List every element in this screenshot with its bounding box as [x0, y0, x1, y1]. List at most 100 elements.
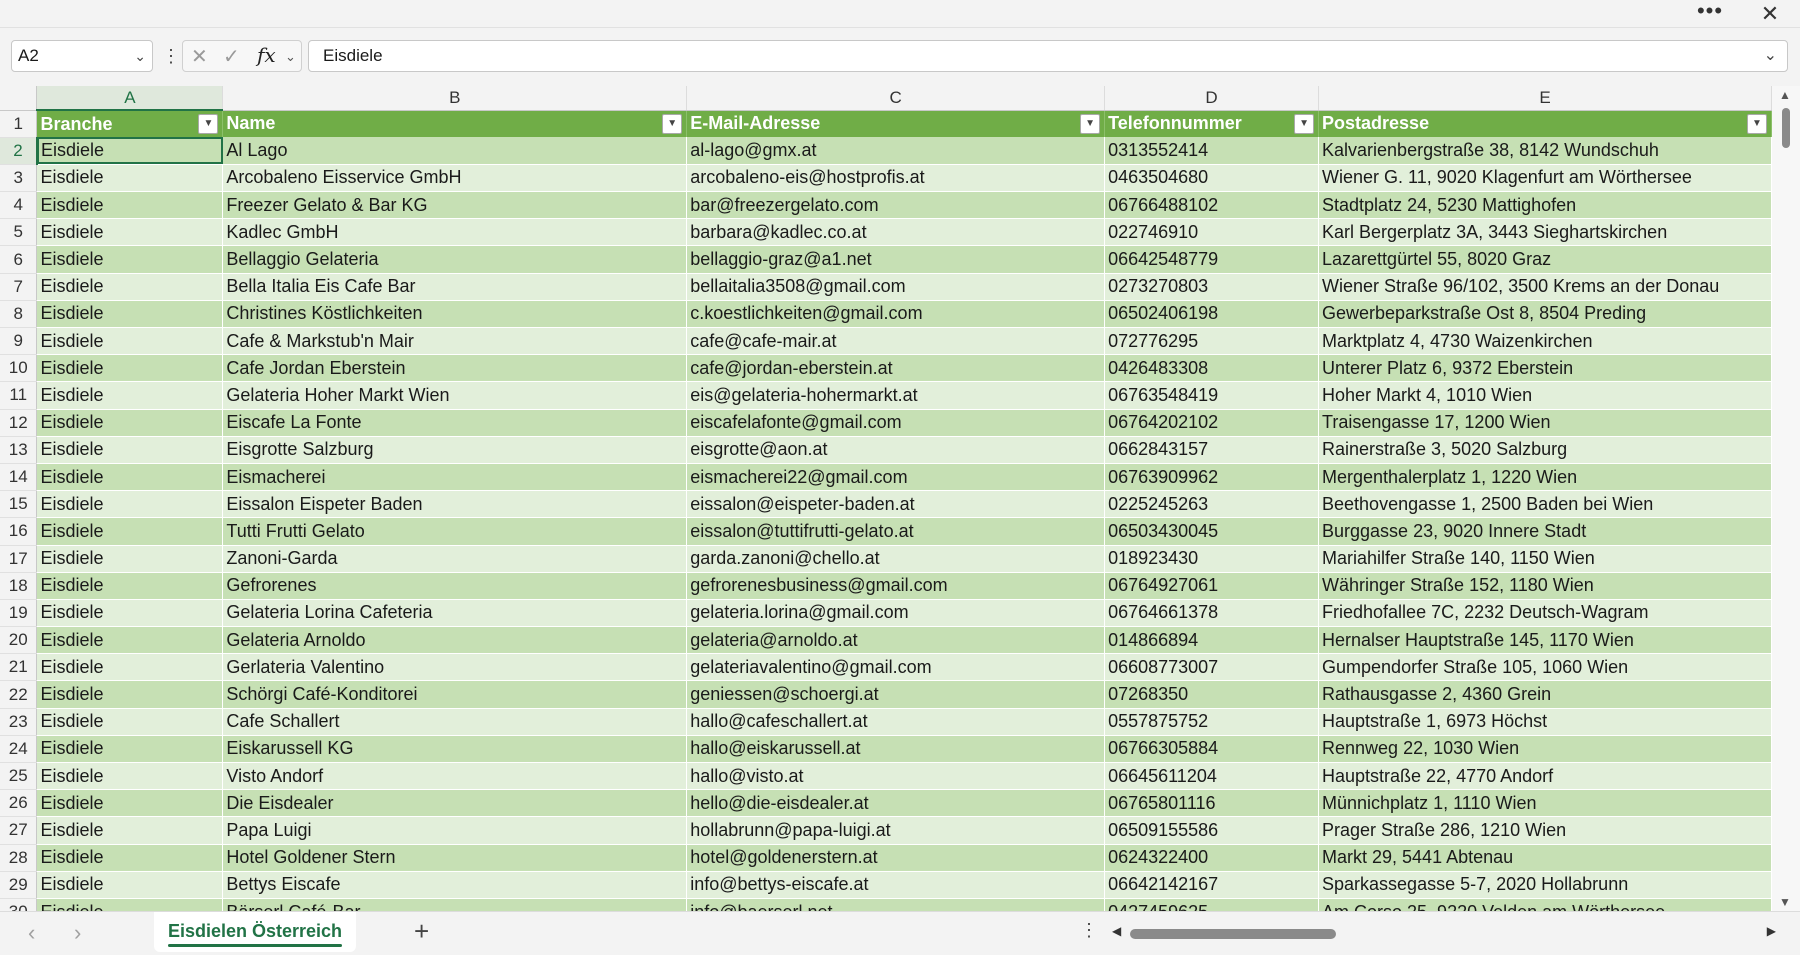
cell-email[interactable]: hallo@cafeschallert.at — [686, 708, 1106, 736]
name-box[interactable]: A2 ⌄ — [11, 40, 153, 72]
row-header[interactable]: 4 — [0, 191, 38, 220]
row-header[interactable]: 24 — [0, 735, 38, 764]
cell-phone[interactable]: 014866894 — [1104, 626, 1320, 655]
row-header[interactable]: 2 — [0, 137, 38, 165]
cell-phone[interactable]: 06764927061 — [1104, 572, 1320, 600]
cell-address[interactable]: Hoher Markt 4, 1010 Wien — [1318, 381, 1772, 410]
header-cell-email[interactable]: E-Mail-Adresse ▼ — [686, 110, 1106, 138]
cell-address[interactable]: Unterer Platz 6, 9372 Eberstein — [1318, 354, 1772, 383]
cell-address[interactable]: Hauptstraße 1, 6973 Höchst — [1318, 708, 1772, 736]
cell-phone[interactable]: 06764661378 — [1104, 599, 1320, 628]
header-cell-address[interactable]: Postadresse ▼ — [1318, 110, 1772, 138]
cell-name[interactable]: Kadlec GmbH — [222, 218, 688, 247]
cell-phone[interactable]: 022746910 — [1104, 218, 1320, 247]
cell-email[interactable]: hello@die-eisdealer.at — [686, 789, 1106, 818]
insert-function-icon[interactable]: fx — [257, 43, 276, 67]
cell-name[interactable]: Papa Luigi — [222, 816, 688, 845]
cell-branche[interactable]: Eisdiele — [36, 137, 224, 165]
cell-phone[interactable]: 06608773007 — [1104, 653, 1320, 682]
cell-email[interactable]: barbara@kadlec.co.at — [686, 218, 1106, 247]
sheet-tab-active[interactable]: Eisdielen Österreich — [154, 912, 356, 952]
cell-email[interactable]: garda.zanoni@chello.at — [686, 545, 1106, 573]
cell-phone[interactable]: 0426483308 — [1104, 354, 1320, 383]
cell-branche[interactable]: Eisdiele — [36, 191, 224, 220]
row-header[interactable]: 21 — [0, 653, 38, 682]
cell-email[interactable]: info@baerserl.net — [686, 898, 1106, 911]
cell-branche[interactable]: Eisdiele — [36, 816, 224, 845]
scroll-left-icon[interactable]: ◀ — [1112, 924, 1121, 938]
cell-branche[interactable]: Eisdiele — [36, 844, 224, 872]
row-header[interactable]: 11 — [0, 381, 38, 410]
row-header[interactable]: 19 — [0, 599, 38, 628]
cell-name[interactable]: Visto Andorf — [222, 762, 688, 791]
cell-name[interactable]: Bella Italia Eis Cafe Bar — [222, 273, 688, 301]
cell-email[interactable]: arcobaleno-eis@hostprofis.at — [686, 164, 1106, 193]
cell-phone[interactable]: 06502406198 — [1104, 300, 1320, 329]
cell-email[interactable]: hallo@visto.at — [686, 762, 1106, 791]
cell-address[interactable]: Traisengasse 17, 1200 Wien — [1318, 409, 1772, 437]
cancel-icon[interactable]: ✕ — [191, 44, 208, 69]
vertical-dots-icon[interactable]: ⋮ — [1080, 920, 1098, 941]
cell-address[interactable]: Wiener Straße 96/102, 3500 Krems an der … — [1318, 273, 1772, 301]
cell-name[interactable]: Eismacherei — [222, 463, 688, 492]
cell-email[interactable]: al-lago@gmx.at — [686, 137, 1106, 165]
row-header[interactable]: 28 — [0, 844, 38, 872]
cell-email[interactable]: hallo@eiskarussell.at — [686, 735, 1106, 764]
cell-phone[interactable]: 0313552414 — [1104, 137, 1320, 165]
vertical-scrollbar[interactable]: ▲ ▼ — [1772, 86, 1800, 911]
cell-phone[interactable]: 018923430 — [1104, 545, 1320, 573]
cell-email[interactable]: c.koestlichkeiten@gmail.com — [686, 300, 1106, 329]
cell-branche[interactable]: Eisdiele — [36, 572, 224, 600]
row-header[interactable]: 18 — [0, 572, 38, 600]
cell-email[interactable]: hotel@goldenerstern.at — [686, 844, 1106, 872]
row-header[interactable]: 23 — [0, 708, 38, 736]
horizontal-scroll-thumb[interactable] — [1130, 929, 1336, 939]
row-header[interactable]: 13 — [0, 436, 38, 464]
cell-branche[interactable]: Eisdiele — [36, 680, 224, 709]
row-header[interactable]: 20 — [0, 626, 38, 655]
column-header-a[interactable]: A — [36, 86, 224, 111]
cell-phone[interactable]: 0273270803 — [1104, 273, 1320, 301]
vertical-scroll-thumb[interactable] — [1782, 108, 1790, 148]
cell-phone[interactable]: 06642142167 — [1104, 871, 1320, 899]
row-header[interactable]: 14 — [0, 463, 38, 492]
cell-address[interactable]: Friedhofallee 7C, 2232 Deutsch-Wagram — [1318, 599, 1772, 628]
cell-email[interactable]: cafe@cafe-mair.at — [686, 327, 1106, 356]
chevron-down-icon[interactable]: ⌄ — [285, 49, 296, 65]
cell-address[interactable]: Mergenthalerplatz 1, 1220 Wien — [1318, 463, 1772, 492]
filter-dropdown-icon[interactable]: ▼ — [1080, 113, 1101, 134]
row-header[interactable]: 27 — [0, 816, 38, 845]
cell-address[interactable]: Burggasse 23, 9020 Innere Stadt — [1318, 517, 1772, 546]
cell-email[interactable]: eis@gelateria-hohermarkt.at — [686, 381, 1106, 410]
vertical-dots-icon[interactable]: ⋮ — [162, 46, 180, 68]
cell-name[interactable]: Cafe Jordan Eberstein — [222, 354, 688, 383]
cell-phone[interactable]: 06764202102 — [1104, 409, 1320, 437]
cell-branche[interactable]: Eisdiele — [36, 626, 224, 655]
add-sheet-button[interactable]: + — [414, 916, 429, 947]
cell-name[interactable]: Al Lago — [222, 137, 688, 165]
formula-input[interactable]: Eisdiele ⌄ — [308, 40, 1788, 72]
cell-branche[interactable]: Eisdiele — [36, 300, 224, 329]
cell-branche[interactable]: Eisdiele — [36, 463, 224, 492]
cell-email[interactable]: bellaitalia3508@gmail.com — [686, 273, 1106, 301]
previous-sheet-icon[interactable]: ‹ — [28, 920, 35, 946]
row-header[interactable]: 7 — [0, 273, 38, 301]
cell-phone[interactable]: 0662843157 — [1104, 436, 1320, 464]
cell-name[interactable]: Cafe & Markstub'n Mair — [222, 327, 688, 356]
cell-email[interactable]: eissalon@tuttifrutti-gelato.at — [686, 517, 1106, 546]
column-header-d[interactable]: D — [1104, 86, 1320, 111]
column-header-b[interactable]: B — [222, 86, 688, 111]
filter-dropdown-icon[interactable]: ▼ — [1747, 113, 1767, 134]
cell-address[interactable]: Mariahilfer Straße 140, 1150 Wien — [1318, 545, 1772, 573]
cell-branche[interactable]: Eisdiele — [36, 653, 224, 682]
cell-branche[interactable]: Eisdiele — [36, 735, 224, 764]
cell-phone[interactable]: 06765801116 — [1104, 789, 1320, 818]
cell-address[interactable]: Gumpendorfer Straße 105, 1060 Wien — [1318, 653, 1772, 682]
cell-name[interactable]: Gelateria Hoher Markt Wien — [222, 381, 688, 410]
cell-name[interactable]: Hotel Goldener Stern — [222, 844, 688, 872]
cell-address[interactable]: Markt 29, 5441 Abtenau — [1318, 844, 1772, 872]
header-cell-branche[interactable]: Branche ▼ — [36, 110, 224, 138]
row-header[interactable]: 10 — [0, 354, 38, 383]
cell-branche[interactable]: Eisdiele — [36, 409, 224, 437]
cell-address[interactable]: Währinger Straße 152, 1180 Wien — [1318, 572, 1772, 600]
